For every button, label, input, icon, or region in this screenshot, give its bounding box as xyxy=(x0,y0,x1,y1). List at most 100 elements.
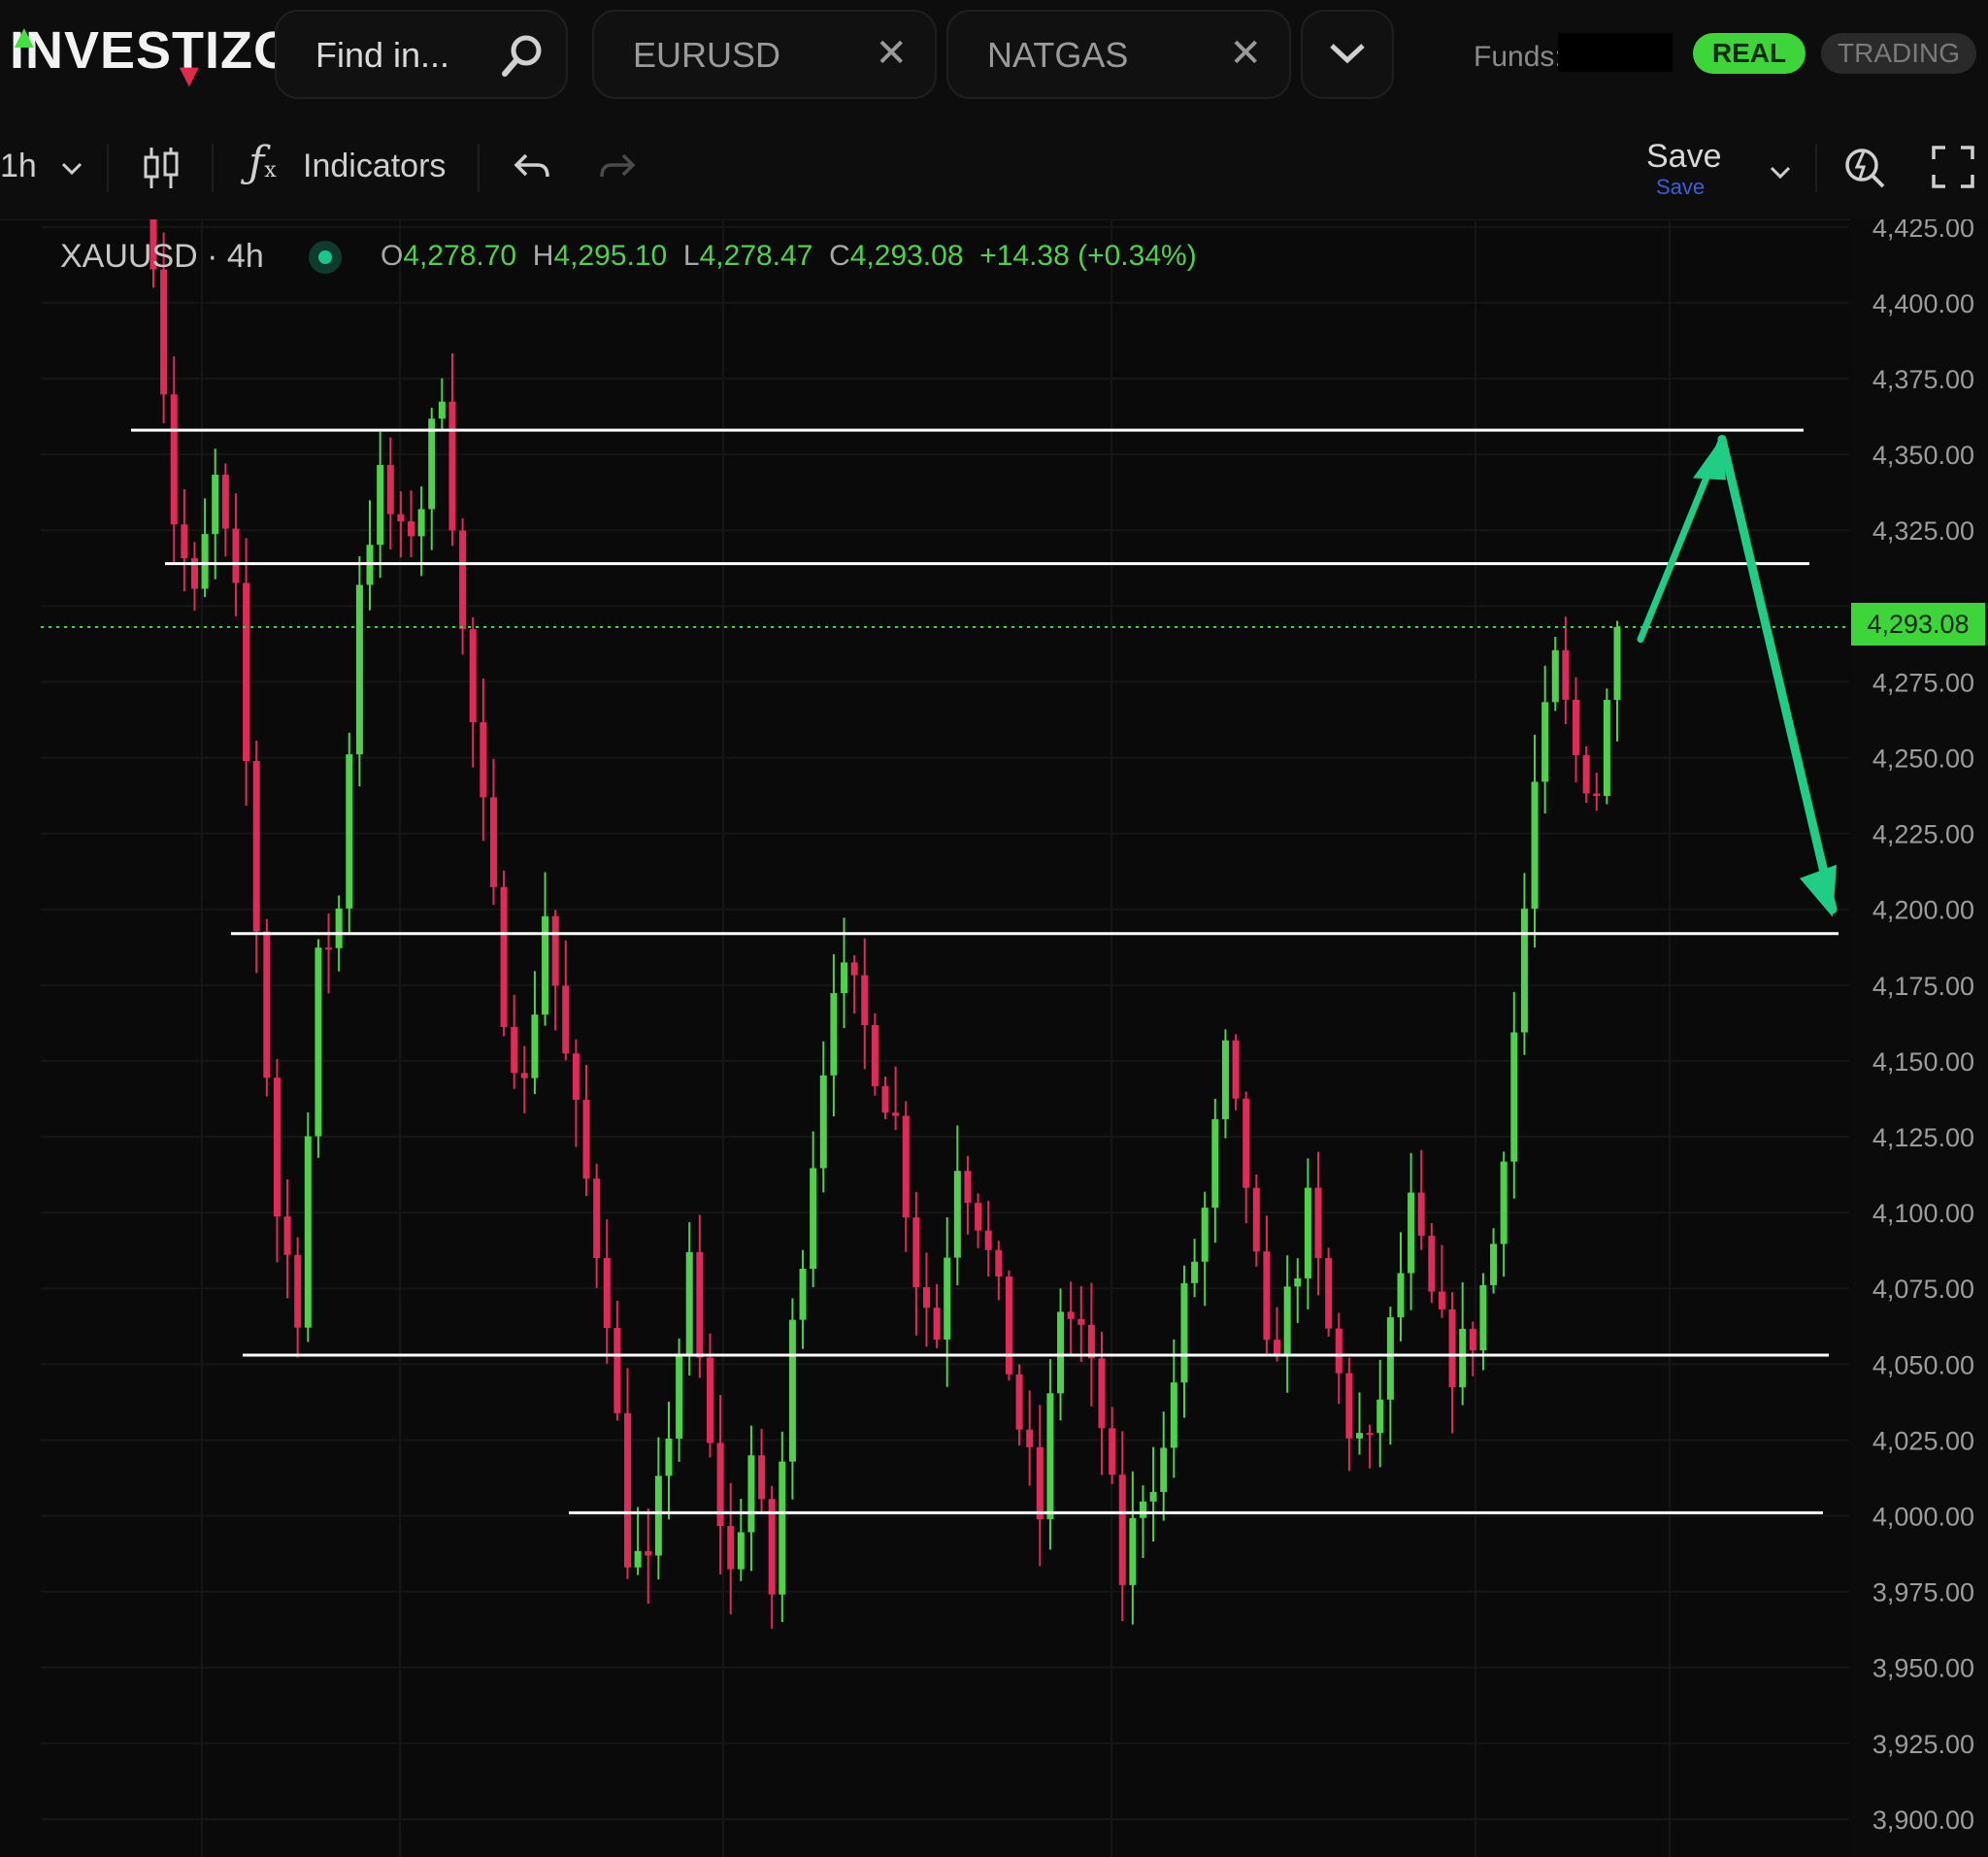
candle-body xyxy=(593,1178,601,1258)
price-axis-tick-label: 3,950.00 xyxy=(1872,1654,1974,1683)
candle-body xyxy=(799,1269,807,1320)
candle-body xyxy=(1098,1358,1106,1429)
fullscreen-icon[interactable] xyxy=(1932,146,1974,188)
candle-body xyxy=(613,1328,621,1413)
candle-body xyxy=(1170,1382,1177,1448)
price-axis-tick-label: 4,150.00 xyxy=(1872,1047,1974,1077)
candle-body xyxy=(325,947,333,950)
chevron-down-icon[interactable] xyxy=(60,161,83,177)
price-axis-tick-label: 4,100.00 xyxy=(1872,1199,1974,1228)
candle-body xyxy=(263,931,271,1078)
price-axis-tick-label: 4,075.00 xyxy=(1872,1275,1974,1304)
real-account-button[interactable]: REAL xyxy=(1693,33,1806,74)
price-axis[interactable]: 4,425.00 4,400.00 4,375.00 4,350.00 4,325.00… xyxy=(1850,219,1988,1857)
price-chart[interactable]: 4,425.00 4,400.00 4,375.00 4,350.00 4,325.00… xyxy=(0,219,1988,1857)
candle-body xyxy=(355,584,363,755)
tab-eurusd[interactable]: EURUSD ✕ xyxy=(592,10,937,99)
candle-body xyxy=(912,1217,920,1288)
candle-body xyxy=(1067,1311,1075,1319)
toolbar-divider xyxy=(1815,144,1817,192)
candle-body xyxy=(1603,699,1610,796)
chart-toolbar: 1h ƒx Indicators Save Save xyxy=(0,115,1988,220)
candle-body xyxy=(861,975,869,1026)
candle-body xyxy=(1428,1236,1436,1292)
candle-body xyxy=(1221,1040,1229,1119)
tab-eurusd-label: EURUSD xyxy=(633,35,781,75)
change-value: +14.38 (+0.34%) xyxy=(979,240,1197,272)
candle-body xyxy=(975,1203,982,1231)
close-icon[interactable]: ✕ xyxy=(875,31,908,76)
close-icon[interactable]: ✕ xyxy=(1229,31,1262,76)
close-key: C xyxy=(829,240,850,272)
candle-body xyxy=(881,1085,889,1113)
search-icon[interactable] xyxy=(498,31,547,84)
logo-up-arrow-icon: ▲ xyxy=(8,18,42,55)
close-value: 4,293.08 xyxy=(849,240,964,272)
candle-body xyxy=(160,269,168,395)
candle-body xyxy=(779,1461,786,1595)
candle-body xyxy=(645,1550,652,1556)
candle-body xyxy=(892,1112,900,1116)
candle-body xyxy=(819,1075,827,1169)
candle-body xyxy=(1026,1429,1034,1447)
indicators-button[interactable]: Indicators xyxy=(303,148,446,185)
trading-mode-button[interactable]: TRADING xyxy=(1821,33,1976,74)
candle-body xyxy=(386,464,394,514)
candlestick-icon[interactable] xyxy=(142,144,181,192)
candle-body xyxy=(304,1136,312,1328)
candle-body xyxy=(1211,1118,1219,1209)
candle-body xyxy=(850,962,858,976)
candle-body xyxy=(1087,1324,1095,1359)
candle-body xyxy=(1376,1399,1384,1434)
redo-icon[interactable] xyxy=(598,151,637,182)
candle-body xyxy=(841,962,848,994)
timeframe-selector[interactable]: 1h xyxy=(0,148,37,185)
candle-body xyxy=(428,418,436,510)
brand-logo[interactable]: ▲ INVESTIZO ▼ xyxy=(8,18,295,94)
candle-body xyxy=(1057,1311,1065,1394)
save-button[interactable]: Save xyxy=(1646,138,1722,176)
search-box[interactable]: Find in... xyxy=(275,10,568,99)
support-resistance-levels xyxy=(41,428,1850,1514)
candle-body xyxy=(1490,1244,1498,1285)
save-sublabel: Save xyxy=(1656,175,1706,199)
candle-body xyxy=(469,629,477,723)
function-icon[interactable]: ƒx xyxy=(248,138,277,187)
tabs-dropdown-button[interactable] xyxy=(1301,10,1394,99)
candle-body xyxy=(1036,1446,1044,1520)
candle-body xyxy=(624,1412,632,1568)
candle-body xyxy=(1613,626,1621,700)
candle-body xyxy=(810,1168,817,1270)
candle-body xyxy=(520,1073,528,1078)
chart-grid xyxy=(41,219,1849,1857)
candle-body xyxy=(1160,1447,1168,1492)
candle-body xyxy=(1180,1282,1188,1383)
candle-body xyxy=(1325,1258,1333,1329)
candle-body xyxy=(572,1053,580,1100)
candle-body xyxy=(953,1171,961,1258)
candle-body xyxy=(1242,1098,1250,1188)
candle-body xyxy=(758,1455,766,1500)
candle-body xyxy=(407,521,414,537)
candle-body xyxy=(1263,1251,1271,1341)
candle-body xyxy=(922,1287,930,1309)
low-key: L xyxy=(682,240,700,272)
price-axis-tick-label: 3,975.00 xyxy=(1872,1578,1974,1608)
candle-body xyxy=(500,886,508,1027)
candle-body xyxy=(1283,1286,1291,1355)
quick-search-icon[interactable] xyxy=(1840,142,1889,192)
tab-natgas[interactable]: NATGAS ✕ xyxy=(946,10,1291,99)
price-axis-tick-label: 4,375.00 xyxy=(1872,365,1974,394)
candle-body xyxy=(417,509,425,537)
price-axis-tick-label: 4,400.00 xyxy=(1872,289,1974,318)
candle-body xyxy=(1551,649,1559,703)
chevron-down-icon[interactable] xyxy=(1769,165,1792,181)
chart-symbol-label[interactable]: XAUUSD · 4h xyxy=(60,238,264,276)
price-axis-tick-label: 4,350.00 xyxy=(1872,441,1974,470)
candle-body xyxy=(1129,1517,1137,1585)
candle-body xyxy=(531,1014,539,1078)
tab-natgas-label: NATGAS xyxy=(987,35,1129,75)
candle-body xyxy=(1386,1316,1394,1400)
undo-icon[interactable] xyxy=(513,151,551,182)
candle-body xyxy=(1459,1328,1467,1388)
